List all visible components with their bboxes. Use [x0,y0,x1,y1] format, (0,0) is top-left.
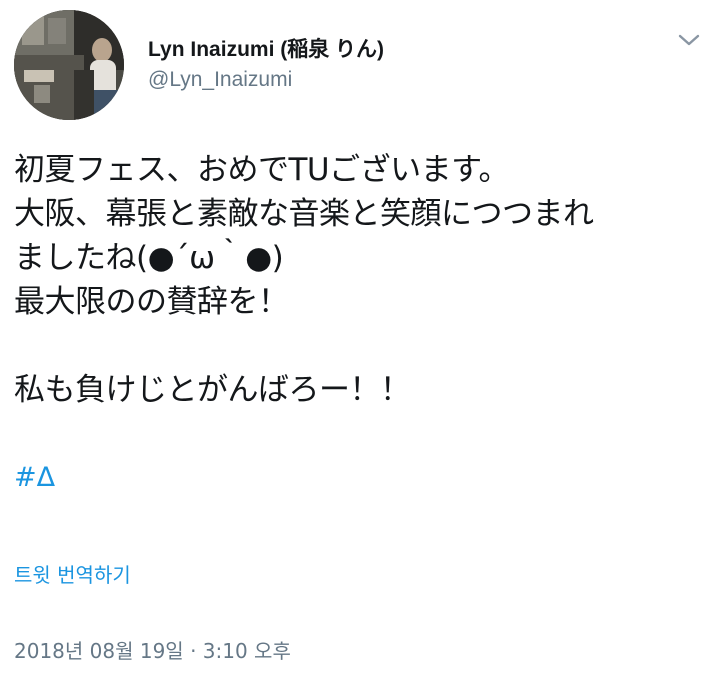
user-info[interactable]: Lyn Inaizumi (稲泉 りん) @Lyn_Inaizumi [148,38,384,92]
user-handle[interactable]: @Lyn_Inaizumi [148,68,384,92]
tweet-card: Lyn Inaizumi (稲泉 りん) @Lyn_Inaizumi 初夏フェス… [0,0,720,676]
avatar[interactable] [14,10,124,120]
tweet-timestamp[interactable]: 2018년 08월 19일 · 3:10 오후 [14,636,291,666]
hashtag-link[interactable]: #Δ [14,458,55,498]
tweet-text-blank-line [14,324,714,368]
profile-photo-icon [14,10,124,120]
tweet-text-line: ましたね(●´ω｀●) [14,240,284,276]
tweet-text-line: 初夏フェス、おめでTUございます。 [14,152,510,188]
translate-tweet-link[interactable]: 트윗 번역하기 [14,560,131,590]
chevron-down-icon [678,34,700,46]
tweet-text-line: 最大限のの賛辞を！ [14,284,289,320]
tweet-text-line: 私も負けじとがんばろー！！ [14,372,411,408]
tweet-text-line: 大阪、幕張と素敵な音楽と笑顔につつまれ [14,196,594,232]
tweet-menu-button[interactable] [676,30,702,50]
display-name[interactable]: Lyn Inaizumi (稲泉 りん) [148,38,384,62]
tweet-text: 初夏フェス、おめでTUございます。 大阪、幕張と素敵な音楽と笑顔につつまれ まし… [14,148,714,412]
